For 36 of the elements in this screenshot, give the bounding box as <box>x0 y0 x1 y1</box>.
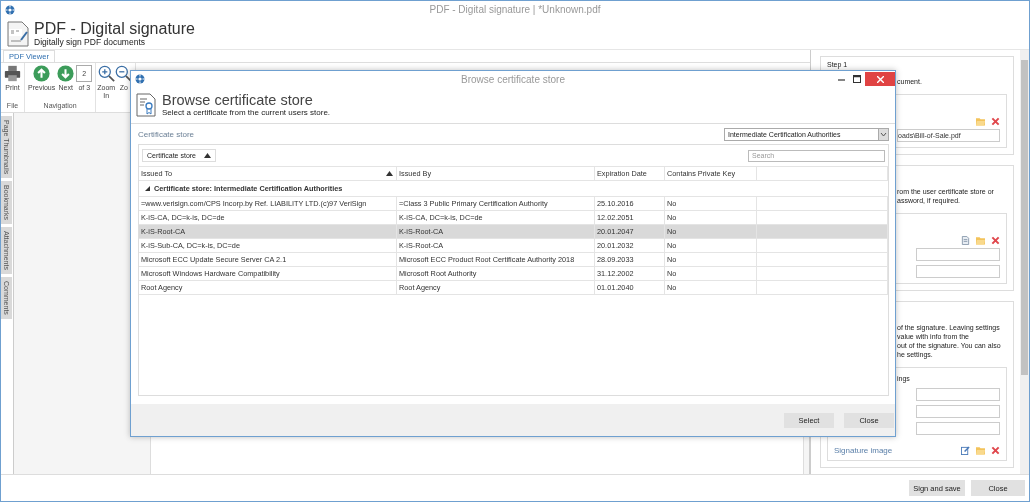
window-title: PDF - Digital signature | *Unknown.pdf <box>429 4 601 15</box>
app-logo-icon <box>135 74 145 84</box>
store-label: Certificate store <box>138 129 195 139</box>
input-field[interactable] <box>916 248 1000 261</box>
input-field[interactable] <box>916 422 1000 435</box>
sort-arrow-icon <box>204 153 212 158</box>
input-field[interactable] <box>916 265 1000 278</box>
maximize-icon <box>853 75 861 83</box>
folder-icon[interactable] <box>976 117 985 126</box>
dialog-title: Browse certificate store <box>461 73 565 85</box>
dialog-subtitle: Select a certificate from the current users store. <box>162 108 331 117</box>
certificate-icon <box>136 93 156 117</box>
signature-image-link[interactable]: Signature image <box>834 446 961 455</box>
app-logo-icon <box>5 4 15 15</box>
delete-icon[interactable] <box>991 236 1000 245</box>
edit-icon[interactable] <box>961 446 970 455</box>
app-subtitle: Digitally sign PDF documents <box>34 37 146 47</box>
expand-arrow-icon <box>145 186 150 191</box>
printer-icon <box>4 65 21 82</box>
scrollbar[interactable] <box>1020 50 1029 474</box>
folder-icon[interactable] <box>976 446 985 455</box>
input-field[interactable] <box>916 388 1000 401</box>
chevron-down-icon <box>878 128 888 140</box>
app-title: PDF - Digital signature <box>34 20 195 37</box>
zoom-out-icon <box>115 65 133 82</box>
close-icon <box>876 75 884 83</box>
folder-icon[interactable] <box>976 236 985 245</box>
delete-icon[interactable] <box>991 446 1000 455</box>
close-button[interactable] <box>865 72 895 86</box>
document-icon[interactable] <box>961 236 970 245</box>
pdf-document-icon <box>7 20 29 47</box>
dialog-heading: Browse certificate store <box>162 93 314 108</box>
input-field[interactable] <box>916 405 1000 418</box>
delete-icon[interactable] <box>991 117 1000 126</box>
sort-arrow-icon <box>386 171 393 176</box>
zoom-in-icon <box>97 65 115 82</box>
